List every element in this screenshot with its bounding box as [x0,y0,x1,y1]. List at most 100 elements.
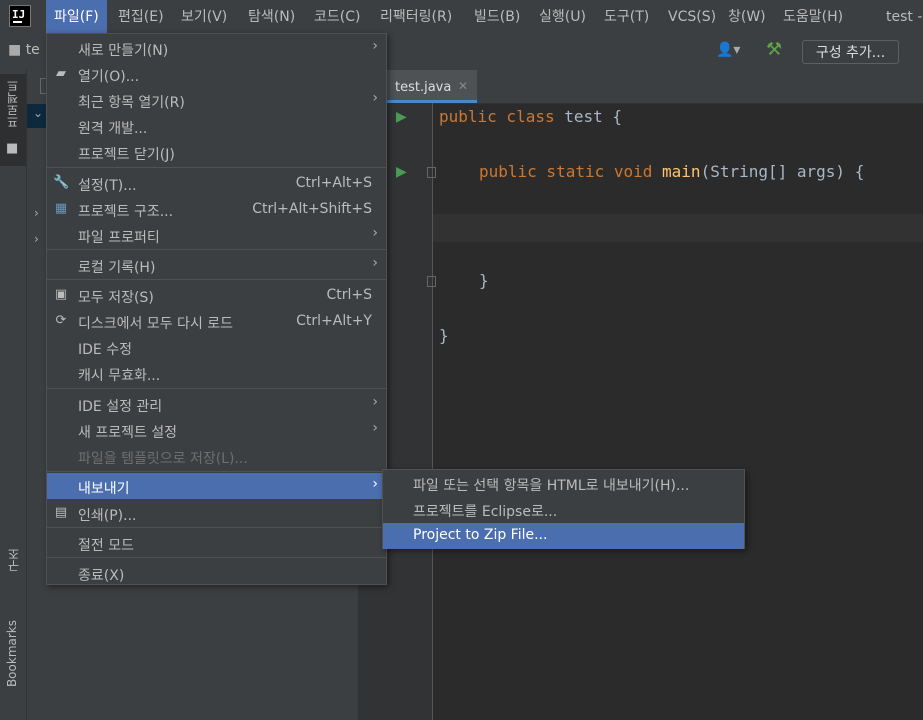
menu-item-label: IDE 설정 관리 [78,399,163,415]
menu-item-label: 최근 항목 열기(R) [78,95,185,111]
code-text: test { [564,107,623,126]
code-line-3[interactable]: public static void main(String[] args) { [479,162,864,181]
build-hammer-icon[interactable]: ⚒ [766,39,782,60]
submenu-item-export-html[interactable]: 파일 또는 선택 항목을 HTML로 내보내기(H)... [383,471,744,497]
menu-tools[interactable]: 도구(T) [604,0,649,33]
chevron-down-icon[interactable]: ⌄ [33,106,43,120]
menu-item-label: IDE 수정 [78,342,132,358]
menu-item-file-properties[interactable]: 파일 프로퍼티 › [47,222,386,248]
menu-item-settings[interactable]: 🔧 설정(T)... Ctrl+Alt+S [47,170,386,196]
menu-item-manage-ide-settings[interactable]: IDE 설정 관리 › [47,391,386,417]
chevron-right-icon[interactable]: › [34,232,39,246]
menu-item-open-recent[interactable]: 최근 항목 열기(R) › [47,87,386,113]
menu-separator [47,471,386,472]
menu-item-project-structure[interactable]: ▦ 프로젝트 구조... Ctrl+Alt+Shift+S [47,196,386,222]
menu-item-reload-all[interactable]: ⟳ 디스크에서 모두 다시 로드 Ctrl+Alt+Y [47,308,386,334]
reload-icon: ⟳ [55,313,67,328]
menu-item-label: 디스크에서 모두 다시 로드 [78,316,234,332]
menu-item-local-history[interactable]: 로컬 기록(H) › [47,252,386,278]
menu-item-label: 파일 또는 선택 항목을 HTML로 내보내기(H)... [413,478,690,494]
menu-build[interactable]: 빌드(B) [474,0,520,33]
menu-item-label: 설정(T)... [78,178,137,194]
submenu-item-export-eclipse[interactable]: 프로젝트를 Eclipse로... [383,497,744,523]
structure-tool-tab[interactable]: 구조 [5,548,22,572]
run-class-icon[interactable]: ▶ [396,109,407,125]
menu-item-shortcut: Ctrl+Alt+S [295,175,372,191]
menu-edit[interactable]: 편집(E) [118,0,164,33]
submenu-item-project-to-zip[interactable]: Project to Zip File... [383,523,744,549]
menu-vcs[interactable]: VCS(S) [668,0,716,33]
menu-item-label: 캐시 무효화... [78,368,161,384]
menu-item-new[interactable]: 새로 만들기(N) › [47,35,386,61]
menu-item-label: 로컬 기록(H) [78,260,156,276]
menu-code[interactable]: 코드(C) [314,0,360,33]
menu-item-label: 파일 프로퍼티 [78,230,160,246]
menu-file[interactable]: 파일(F) [46,0,107,33]
menu-item-close-project[interactable]: 프로젝트 닫기(J) [47,139,386,165]
intellij-logo-icon: IJ [9,5,31,27]
folder-icon: ■ [8,42,22,58]
run-main-icon[interactable]: ▶ [396,164,407,180]
menu-run[interactable]: 실행(U) [539,0,586,33]
menu-item-repair-ide[interactable]: IDE 수정 [47,334,386,360]
menu-window[interactable]: 창(W) [728,0,766,33]
chevron-right-icon: › [372,394,378,410]
bookmarks-tool-tab[interactable]: Bookmarks [5,620,19,687]
menu-item-label: Project to Zip File... [413,527,548,543]
menu-item-shortcut: Ctrl+Alt+Shift+S [252,201,372,217]
chevron-right-icon[interactable]: › [34,206,39,220]
chevron-right-icon: › [372,420,378,436]
editor-tab-label: test.java [395,80,452,95]
fold-icon[interactable] [427,167,436,178]
file-menu-dropdown: 새로 만들기(N) › ▰ 열기(O)... 최근 항목 열기(R) › 원격 … [46,33,387,585]
add-configuration-button[interactable]: 구성 추가... [802,40,899,64]
menu-item-invalidate-caches[interactable]: 캐시 무효화... [47,360,386,386]
menu-item-exit[interactable]: 종료(X) [47,560,386,586]
export-submenu: 파일 또는 선택 항목을 HTML로 내보내기(H)... 프로젝트를 Ecli… [382,469,745,549]
gutter-divider [432,103,433,720]
chevron-right-icon: › [372,90,378,106]
fold-icon[interactable] [427,276,436,287]
code-line-6[interactable]: } [479,271,489,290]
menu-refactor[interactable]: 리팩터링(R) [380,0,452,33]
menu-item-label: 모두 저장(S) [78,290,154,306]
menu-item-label: 절전 모드 [78,538,134,554]
menu-separator [47,388,386,389]
menu-separator [47,557,386,558]
code-text: (String[] args) { [700,162,865,181]
project-structure-icon: ▦ [54,201,68,216]
menu-item-open[interactable]: ▰ 열기(O)... [47,61,386,87]
folder-open-icon: ▰ [56,66,66,81]
menu-item-label: 새 프로젝트 설정 [78,425,178,441]
menu-item-new-projects-setup[interactable]: 새 프로젝트 설정 › [47,417,386,443]
chevron-right-icon: › [372,476,378,492]
menu-item-power-save-mode[interactable]: 절전 모드 [47,530,386,556]
menu-item-print[interactable]: ▤ 인쇄(P)... [47,500,386,526]
menu-separator [47,279,386,280]
menu-item-export[interactable]: 내보내기 › [47,473,386,499]
project-tool-tab-label: 프로젝트 [6,80,20,128]
chevron-right-icon: › [372,225,378,241]
code-line-8[interactable]: } [439,326,449,345]
menu-item-remote-development[interactable]: 원격 개발... [47,113,386,139]
menu-help[interactable]: 도움말(H) [783,0,843,33]
menu-item-label: 프로젝트를 Eclipse로... [413,504,558,520]
project-breadcrumb[interactable]: ■ te [8,42,40,58]
menu-item-shortcut: Ctrl+S [326,287,372,303]
menu-item-label: 프로젝트 구조... [78,204,174,220]
close-icon[interactable]: ✕ [458,79,468,93]
code-line-1[interactable]: public class test { [439,107,622,126]
menu-item-label: 원격 개발... [78,121,148,137]
user-dropdown-icon[interactable]: 👤▾ [716,42,740,58]
code-keyword: public static void [479,162,663,181]
print-icon: ▤ [54,505,68,520]
menu-separator [47,527,386,528]
project-breadcrumb-label: te [25,42,40,58]
menu-separator [47,249,386,250]
menu-item-save-all[interactable]: ▣ 모두 저장(S) Ctrl+S [47,282,386,308]
chevron-right-icon: › [372,38,378,54]
menu-item-save-as-template: 파일을 템플릿으로 저장(L)... [47,443,386,469]
code-keyword: public class [439,107,565,126]
menu-navigate[interactable]: 탐색(N) [248,0,295,33]
menu-view[interactable]: 보기(V) [181,0,227,33]
